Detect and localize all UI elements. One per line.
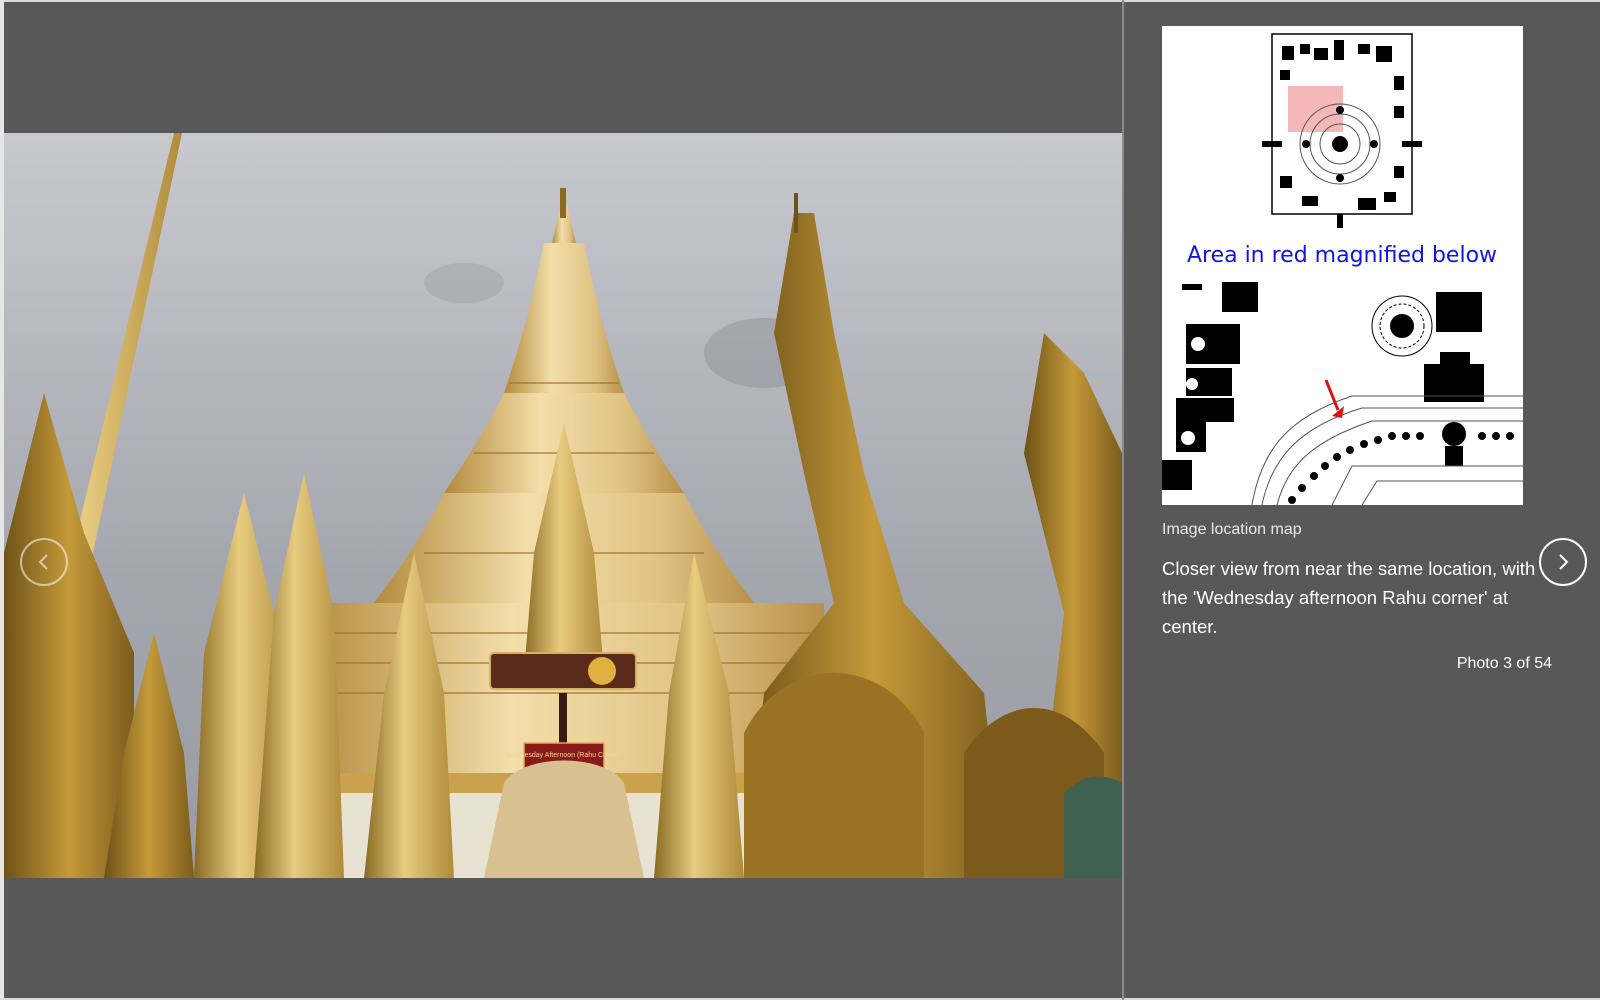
previous-photo-button[interactable] [20,538,68,586]
location-map: Area in red magnified below [1162,26,1523,506]
photo-caption: Closer view from near the same location,… [1162,558,1536,637]
location-map-drawing: Area in red magnified below [1162,33,1523,506]
map-magnified-label: Area in red magnified below [1187,243,1497,268]
pagoda-photo-illustration: Wednesday Afternoon (Rahu Corner) [4,133,1122,878]
frame-border-top [0,0,1600,2]
next-photo-button[interactable] [1539,538,1587,586]
chevron-right-icon [1559,554,1569,570]
rahu-sign-text: Wednesday Afternoon (Rahu Corner) [506,752,621,759]
chevron-left-icon [38,554,48,570]
photo-counter: Photo 3 of 54 [1456,655,1552,672]
panel-divider [1122,0,1124,1000]
photo-viewer: Wednesday Afternoon (Rahu Corner) Area i… [0,0,1600,1000]
map-caption: Image location map [1162,521,1302,538]
main-photo: Wednesday Afternoon (Rahu Corner) [4,133,1122,878]
